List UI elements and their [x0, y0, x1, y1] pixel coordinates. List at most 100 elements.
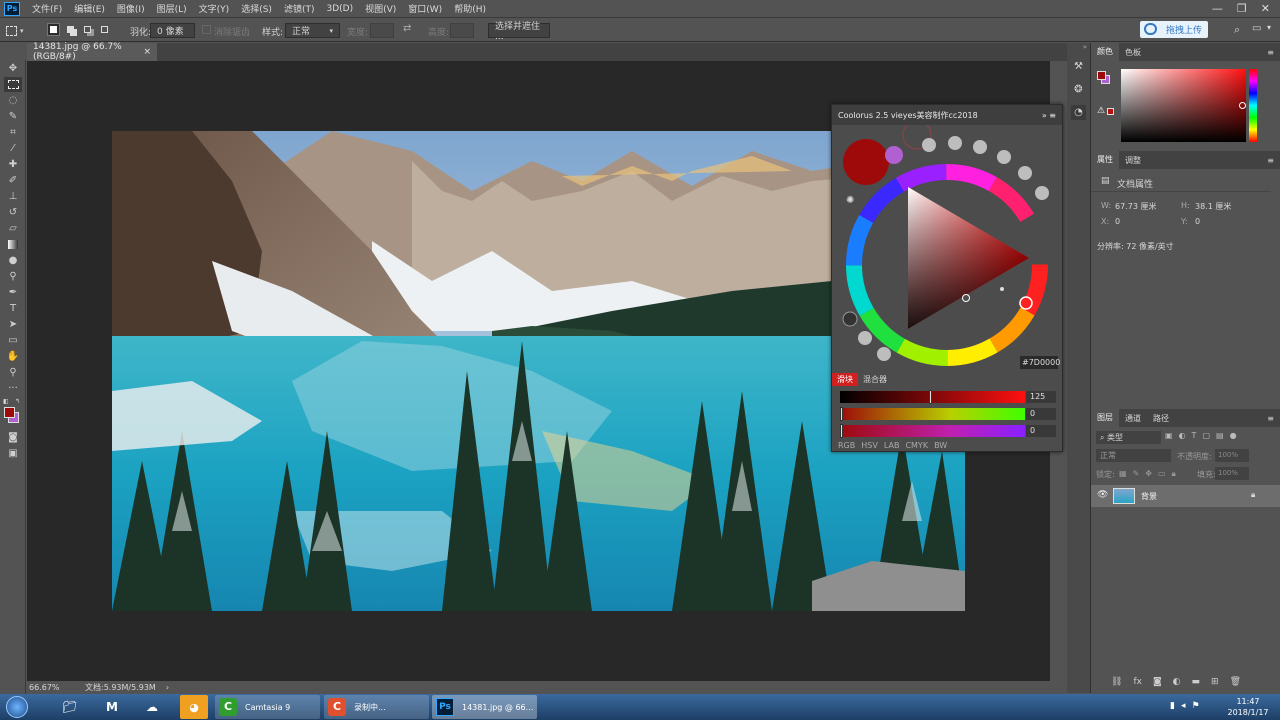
wheel-shape-icon-6[interactable] [1035, 186, 1049, 200]
tab-adjustments[interactable]: 调整 [1119, 155, 1147, 166]
antialias-checkbox[interactable] [202, 25, 211, 34]
lasso-tool-icon[interactable]: ◌ [4, 93, 22, 108]
green-slider[interactable] [840, 407, 1025, 421]
tab-color[interactable]: 颜色 [1091, 43, 1119, 61]
menu-select[interactable]: 选择(S) [235, 2, 278, 15]
layer-row[interactable]: 👁︎ 背景 🔒︎ [1091, 485, 1280, 507]
menu-file[interactable]: 文件(F) [26, 2, 68, 15]
menu-edit[interactable]: 编辑(E) [68, 2, 111, 15]
menu-filter[interactable]: 滤镜(T) [278, 2, 321, 15]
wheel-shape-icon-3[interactable] [973, 140, 987, 154]
red-slider-handle[interactable] [929, 390, 932, 404]
mode-lab[interactable]: LAB [884, 441, 900, 450]
clock[interactable]: 11:47 2018/1/17 [1222, 696, 1274, 718]
menu-view[interactable]: 视图(V) [359, 2, 402, 15]
menu-help[interactable]: 帮助(H) [448, 2, 492, 15]
coolorus-wheel-area[interactable]: ✺ [832, 125, 1064, 375]
eye-icon[interactable]: 👁︎ [1097, 490, 1108, 500]
document-tab[interactable]: 14381.jpg @ 66.7%(RGB/8#) × [27, 42, 157, 62]
tab-sliders[interactable]: 滑块 [832, 373, 858, 386]
mode-bw[interactable]: BW [934, 441, 947, 450]
tab-swatches[interactable]: 色板 [1119, 47, 1147, 58]
wheel-shape-icon-2[interactable] [948, 136, 962, 150]
panel-menu-icon[interactable]: ≡ [1261, 48, 1280, 57]
link-layers-icon[interactable]: ⛓ [1111, 677, 1122, 687]
menu-layer[interactable]: 图层(L) [151, 2, 193, 15]
upload-button[interactable]: 拖拽上传 [1140, 21, 1208, 38]
eraser-tool-icon[interactable]: ▱ [4, 221, 22, 236]
color-panel-fg-swatch[interactable] [1097, 71, 1106, 80]
dodge-tool-icon[interactable]: ⚲ [4, 269, 22, 284]
color-swatches[interactable]: ◧ ↰ [3, 398, 22, 428]
intersect-selection-icon[interactable] [98, 23, 111, 36]
blue-slider[interactable] [840, 424, 1025, 438]
chevron-down-icon[interactable]: ▾ [1267, 23, 1271, 32]
add-mask-icon[interactable]: ◙ [1153, 677, 1162, 687]
collapse-strip-icon[interactable]: » [1067, 43, 1090, 51]
filter-pixel-icon[interactable]: ▣ [1165, 431, 1173, 440]
y-prop-value[interactable]: 0 [1195, 217, 1200, 226]
close-tab-icon[interactable]: × [143, 47, 151, 57]
layer-style-icon[interactable]: fx [1133, 677, 1142, 687]
eyedropper-tool-icon[interactable]: ⁄ [4, 141, 22, 156]
path-select-tool-icon[interactable]: ➤ [4, 317, 22, 332]
tab-channels[interactable]: 通道 [1119, 413, 1147, 424]
wheel-shape-icon-4[interactable] [997, 150, 1011, 164]
taskbar-camtasia[interactable]: C Camtasia 9 [215, 695, 320, 719]
blue-slider-handle[interactable] [840, 424, 843, 438]
blur-tool-icon[interactable]: ● [4, 253, 22, 268]
menu-type[interactable]: 文字(Y) [193, 2, 236, 15]
tab-mixer[interactable]: 混合器 [858, 373, 892, 386]
lock-position-icon[interactable]: ✥ [1145, 469, 1152, 479]
foreground-color-swatch[interactable] [4, 407, 15, 418]
crop-tool-icon[interactable]: ⌗ [4, 125, 22, 140]
maximize-icon[interactable]: ❐ [1237, 2, 1247, 15]
delete-layer-icon[interactable]: 🗑︎ [1230, 677, 1241, 687]
app-m-icon[interactable]: M [98, 695, 126, 719]
shape-tool-icon[interactable]: ▭ [4, 333, 22, 348]
color-field[interactable] [1121, 69, 1246, 142]
wheel-shape-icon-5[interactable] [1018, 166, 1032, 180]
volume-icon[interactable]: ◂ [1181, 701, 1186, 711]
gamut-color-swatch[interactable] [1107, 108, 1114, 115]
wheel-shape-icon-1[interactable] [922, 138, 936, 152]
height-input[interactable] [450, 23, 474, 38]
lock-transparent-icon[interactable]: ▦ [1119, 469, 1127, 479]
marquee-preset-picker[interactable]: ▾ [6, 23, 32, 38]
close-icon[interactable]: ✕ [1261, 2, 1270, 15]
blend-mode-select[interactable]: 正常 [1096, 449, 1171, 462]
swap-colors-icon[interactable]: ↰ [15, 398, 20, 405]
new-layer-icon[interactable]: ⊞ [1211, 677, 1219, 687]
network-icon[interactable]: ▮ [1170, 701, 1175, 711]
cloud-app-icon[interactable]: ☁︎ [138, 695, 166, 719]
hue-slider[interactable] [1249, 69, 1257, 142]
quick-mask-icon[interactable]: ◙ [4, 430, 22, 445]
mode-rgb[interactable]: RGB [838, 441, 855, 450]
taskbar-recording[interactable]: C 录制中... [324, 695, 429, 719]
blue-slider-value[interactable]: 0 [1026, 425, 1056, 437]
feather-input[interactable]: 0 像素 [150, 23, 195, 38]
move-tool-icon[interactable]: ✥ [4, 61, 22, 76]
color-field-cursor[interactable] [1239, 102, 1246, 109]
marquee-tool-icon[interactable] [4, 77, 22, 92]
brightness-icon[interactable]: ✺ [846, 195, 854, 206]
history-brush-tool-icon[interactable]: ↺ [4, 205, 22, 220]
filter-shape-icon[interactable]: ▢ [1202, 431, 1210, 440]
healing-tool-icon[interactable]: ✚ [4, 157, 22, 172]
filter-adjust-icon[interactable]: ◐ [1179, 431, 1186, 440]
workspace-icon[interactable]: ▭ [1252, 23, 1261, 34]
gradient-tool-icon[interactable] [4, 237, 22, 252]
tab-layers[interactable]: 图层 [1091, 409, 1119, 427]
game-app-icon[interactable]: ◕ [180, 695, 208, 719]
red-slider-value[interactable]: 125 [1026, 391, 1056, 403]
quick-select-tool-icon[interactable]: ✎ [4, 109, 22, 124]
width-input[interactable] [370, 23, 394, 38]
hue-ring-handle[interactable] [1019, 296, 1033, 310]
coolorus-titlebar[interactable]: Coolorus 2.5 vieyes美容制作cc2018 » ≡ [832, 105, 1062, 125]
hand-tool-icon[interactable]: ✋ [4, 349, 22, 364]
menu-3d[interactable]: 3D(D) [320, 4, 359, 14]
flag-icon[interactable]: ⚑ [1191, 701, 1199, 711]
zoom-tool-icon[interactable]: ⚲ [4, 365, 22, 380]
start-button[interactable] [6, 696, 28, 718]
wheel-option-icon-2[interactable] [877, 347, 891, 361]
